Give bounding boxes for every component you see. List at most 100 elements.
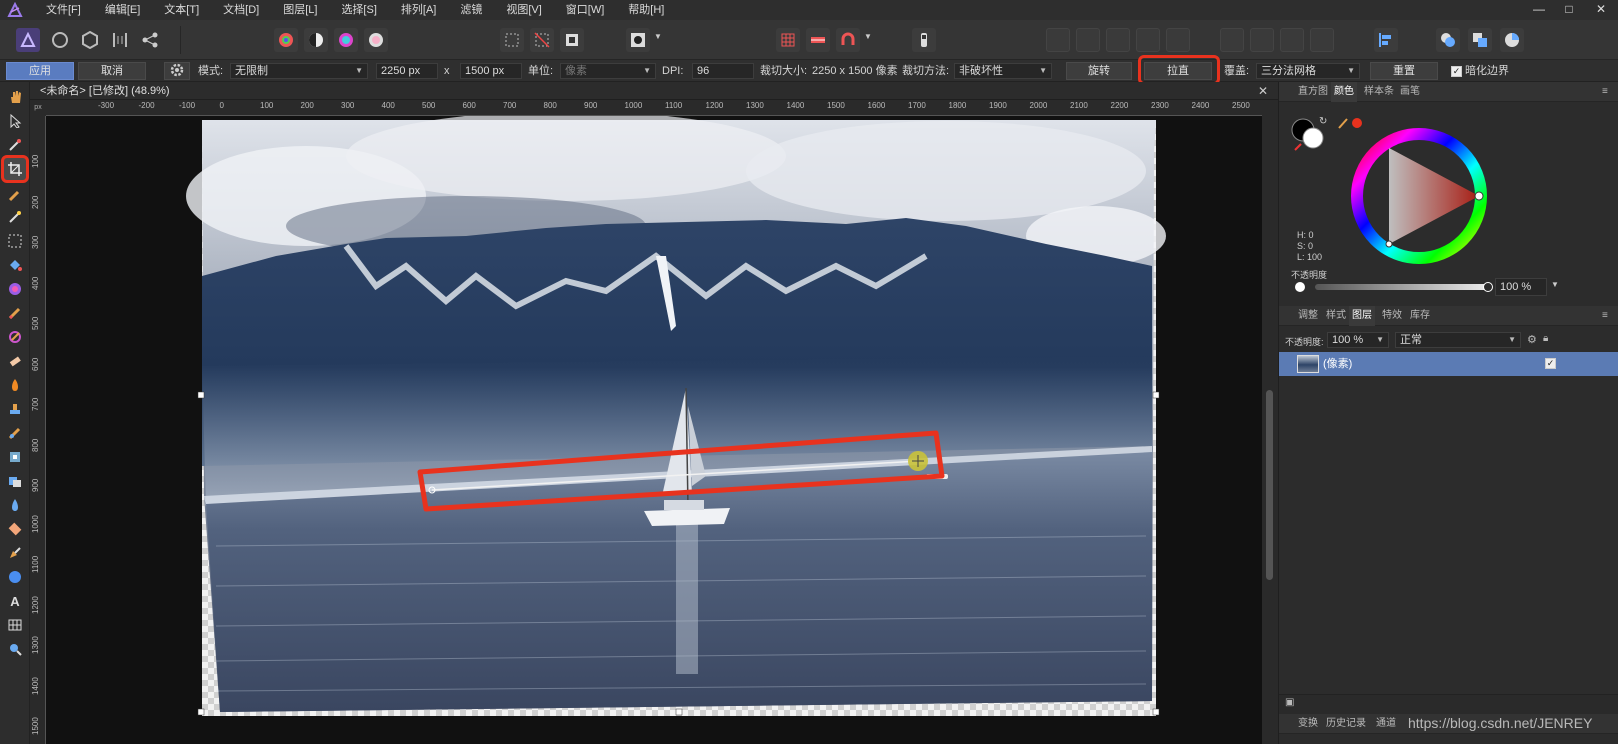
settings-gear-icon[interactable] <box>164 62 190 80</box>
shape-icon[interactable] <box>4 566 26 588</box>
flip-icon[interactable] <box>1166 28 1190 52</box>
clone-icon[interactable] <box>4 398 26 420</box>
panel-menu-icon[interactable]: ≡ <box>1599 306 1611 326</box>
boolean-add-icon[interactable] <box>1436 28 1460 52</box>
cancel-button[interactable]: 取消 <box>78 62 146 80</box>
deselect-icon[interactable] <box>530 28 554 52</box>
order-backward-icon[interactable] <box>1076 28 1100 52</box>
order-forward-icon[interactable] <box>1106 28 1130 52</box>
move-icon[interactable] <box>4 110 26 132</box>
menu-file[interactable]: 文件[F] <box>34 0 93 20</box>
align-icon[interactable] <box>1374 28 1398 52</box>
blur-icon[interactable] <box>4 494 26 516</box>
overlay-dropdown[interactable]: 三分法网格 ▼ <box>1256 63 1360 79</box>
text-icon[interactable]: A <box>4 590 26 612</box>
sponge-icon[interactable] <box>4 518 26 540</box>
fill-icon[interactable] <box>4 254 26 276</box>
swap-colors-icon[interactable]: ↻ <box>1319 116 1327 127</box>
opacity-slider-thumb[interactable] <box>1483 282 1493 292</box>
menu-arrange[interactable]: 排列[A] <box>389 0 448 20</box>
canvas-scrollbar[interactable] <box>1262 100 1278 744</box>
gear-icon[interactable]: ⚙ <box>1527 333 1537 346</box>
reset-button[interactable]: 重置 <box>1370 62 1438 80</box>
menu-help[interactable]: 帮助[H] <box>616 0 676 20</box>
boolean-intersect-icon[interactable] <box>1500 28 1524 52</box>
hand-icon[interactable] <box>4 86 26 108</box>
menu-window[interactable]: 窗口[W] <box>554 0 617 20</box>
tab-history[interactable]: 历史记录 <box>1323 714 1369 734</box>
canvas[interactable] <box>46 116 1262 744</box>
color-opacity-field[interactable]: 100 % <box>1495 278 1547 296</box>
gradient-icon[interactable] <box>4 278 26 300</box>
close-icon[interactable]: ✕ <box>1258 82 1268 100</box>
snapping-icon[interactable] <box>836 28 860 52</box>
opacity-slider[interactable] <box>1315 284 1491 290</box>
grid-icon[interactable] <box>776 28 800 52</box>
group-icon[interactable] <box>1310 28 1334 52</box>
tab-swatches[interactable]: 样本条 <box>1361 82 1397 102</box>
guides-icon[interactable] <box>806 28 830 52</box>
invert-selection-icon[interactable] <box>560 28 584 52</box>
marquee-icon[interactable] <box>4 230 26 252</box>
selection-brush-icon[interactable] <box>4 184 26 206</box>
persona-develop-icon[interactable] <box>78 28 102 52</box>
apply-button[interactable]: 应用 <box>6 62 74 80</box>
persona-liquify-icon[interactable] <box>48 28 72 52</box>
order-front-icon[interactable] <box>1136 28 1160 52</box>
boolean-subtract-icon[interactable] <box>1468 28 1492 52</box>
unit-dropdown[interactable]: 像素 ▼ <box>560 63 656 79</box>
tab-styles[interactable]: 样式 <box>1323 306 1349 326</box>
menu-select[interactable]: 选择[S] <box>329 0 388 20</box>
maximize-button[interactable]: □ <box>1554 0 1584 20</box>
quick-mask-icon[interactable] <box>626 28 650 52</box>
order-back-icon[interactable] <box>1046 28 1070 52</box>
persona-tonemap-icon[interactable] <box>108 28 132 52</box>
lock-icon[interactable] <box>1280 28 1304 52</box>
layer-opacity-dropdown[interactable]: 100 % ▼ <box>1327 332 1389 348</box>
erase-icon[interactable] <box>4 350 26 372</box>
white-balance-icon[interactable] <box>364 28 388 52</box>
affinity-photo-icon[interactable] <box>0 0 30 20</box>
menu-view[interactable]: 视图[V] <box>494 0 553 20</box>
tab-layers[interactable]: 图层 <box>1349 306 1375 326</box>
wand-icon[interactable] <box>4 206 26 228</box>
blend-mode-dropdown[interactable]: 正常 ▼ <box>1395 332 1521 348</box>
tab-color[interactable]: 颜色 <box>1331 82 1357 102</box>
mixer-brush-icon[interactable] <box>4 326 26 348</box>
zoom-icon[interactable] <box>4 638 26 660</box>
lock-icon[interactable]: 🔒︎ <box>1543 333 1548 344</box>
minimize-button[interactable]: — <box>1524 0 1554 20</box>
document-tab-title[interactable]: <未命名> [已修改] (48.9%) <box>40 82 170 100</box>
chevron-down-icon[interactable]: ▼ <box>1551 280 1559 289</box>
tab-stock[interactable]: 库存 <box>1407 306 1433 326</box>
horizontal-ruler[interactable]: -300 -200 -100 0 100 200 300 400 500 600 700 800 900… <box>46 100 1262 116</box>
color-picker-icon[interactable] <box>4 134 26 156</box>
menu-layer[interactable]: 图层[L] <box>271 0 329 20</box>
menu-text[interactable]: 文本[T] <box>152 0 211 20</box>
color-balance-icon[interactable] <box>334 28 358 52</box>
hsl-adjust-icon[interactable] <box>274 28 298 52</box>
tab-histogram[interactable]: 直方图 <box>1295 82 1331 102</box>
tab-effects[interactable]: 特效 <box>1379 306 1405 326</box>
dpi-field[interactable]: 96 <box>692 63 754 79</box>
layer-options-icon[interactable]: ▣ <box>1285 697 1294 708</box>
darken-checkbox[interactable]: ✓ <box>1451 66 1462 77</box>
paint-brush-icon[interactable] <box>4 302 26 324</box>
pen-icon[interactable] <box>4 542 26 564</box>
menu-document[interactable]: 文档[D] <box>211 0 271 20</box>
rotate-button[interactable]: 旋转 <box>1066 62 1132 80</box>
marquee-select-icon[interactable] <box>500 28 524 52</box>
mesh-warp-icon[interactable] <box>4 614 26 636</box>
height-field[interactable]: 1500 px <box>460 63 522 79</box>
tab-brushes[interactable]: 画笔 <box>1397 82 1423 102</box>
panel-menu-icon[interactable]: ≡ <box>1599 82 1611 102</box>
crop-method-dropdown[interactable]: 非破坏性 ▼ <box>954 63 1052 79</box>
mode-dropdown[interactable]: 无限制 ▼ <box>230 63 368 79</box>
blemish-icon[interactable] <box>4 446 26 468</box>
tab-adjustments[interactable]: 调整 <box>1295 306 1321 326</box>
window-close-button[interactable]: ✕ <box>1586 0 1616 20</box>
width-field[interactable]: 2250 px <box>376 63 438 79</box>
rotate-right-icon[interactable] <box>1250 28 1274 52</box>
menu-filters[interactable]: 滤镜 <box>448 0 494 20</box>
red-eye-icon[interactable] <box>4 470 26 492</box>
